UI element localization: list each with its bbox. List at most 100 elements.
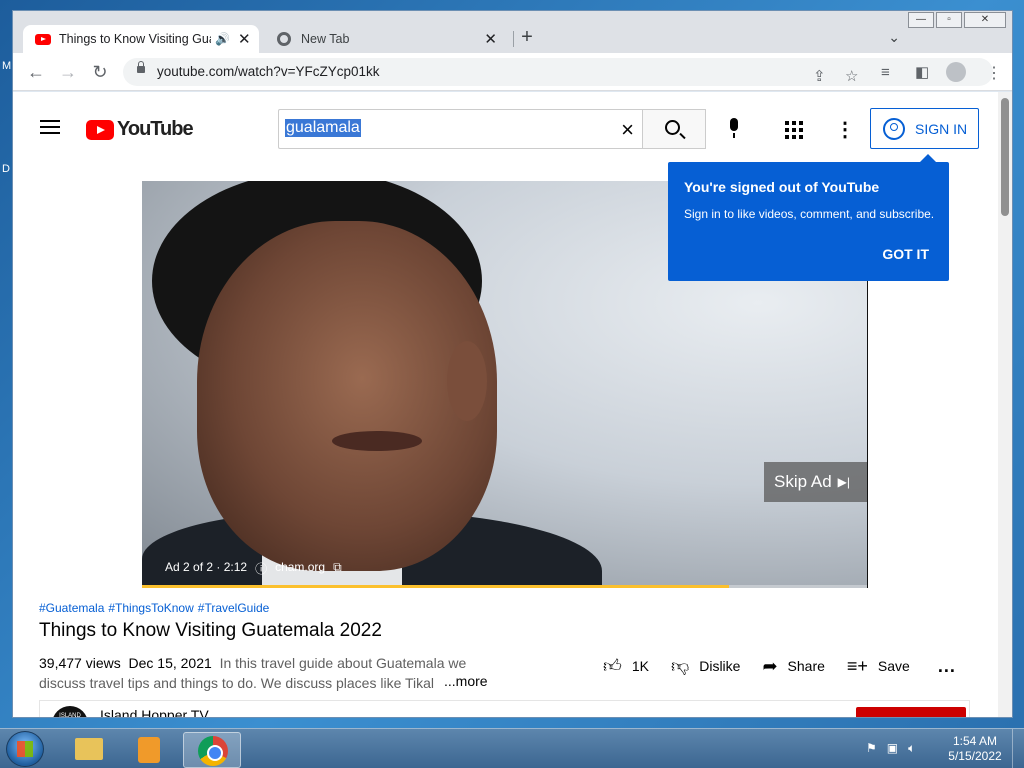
bookmark-star-icon[interactable]: ☆	[845, 68, 858, 86]
video-description[interactable]: 39,477 views Dec 15, 2021 In this travel…	[39, 653, 499, 693]
search-button[interactable]	[642, 109, 706, 149]
channel-bar: ISLAND HOPPER Island Hopper TV SUBSCRIBE	[39, 700, 970, 717]
network-icon[interactable]: ▣	[887, 741, 898, 756]
youtube-logo-text: YouTube	[117, 118, 194, 140]
taskbar-media-player[interactable]	[120, 732, 178, 768]
hashtag-link[interactable]: #Guatemala	[39, 601, 104, 615]
search-icon	[665, 120, 680, 135]
channel-name[interactable]: Island Hopper TV	[100, 707, 209, 717]
share-page-icon[interactable]: ⇪	[813, 68, 826, 86]
start-button[interactable]	[6, 731, 44, 767]
clock[interactable]: 1:54 AM 5/15/2022	[940, 734, 1010, 764]
search-input[interactable]: gualamala ×	[278, 109, 642, 149]
signed-out-popup: You're signed out of YouTube Sign in to …	[668, 154, 949, 281]
media-controls-icon[interactable]: ≡	[881, 64, 890, 82]
youtube-page: YouTube gualamala × ⋮ SIGN IN Skip Ad ▶|…	[13, 92, 998, 717]
show-desktop-button[interactable]	[1012, 729, 1024, 768]
user-icon	[883, 117, 905, 140]
like-button[interactable]: 👍︎ 1K	[603, 655, 649, 677]
apps-grid-icon[interactable]	[785, 121, 803, 139]
thumbs-up-icon: 👍︎	[603, 656, 622, 676]
taskbar-chrome[interactable]	[183, 732, 241, 768]
tab-search-chevron-icon[interactable]: ⌄	[888, 29, 900, 46]
taskbar: ⚑ ▣ 🔈︎ 1:54 AM 5/15/2022	[0, 728, 1024, 768]
browser-toolbar: ← → ↻ youtube.com/watch?v=YFcZYcp01kk ⇪ …	[13, 53, 1012, 91]
search-query-text[interactable]: gualamala	[285, 119, 361, 137]
tab-title: New Tab	[301, 32, 350, 46]
side-panel-icon[interactable]: ◧	[915, 64, 929, 82]
page-scrollbar[interactable]	[998, 92, 1012, 717]
like-count: 1K	[631, 658, 649, 674]
forward-arrow-icon[interactable]: →	[57, 61, 79, 83]
dislike-button[interactable]: 👎︎ Dislike	[671, 655, 741, 677]
action-center-flag-icon[interactable]: ⚑	[866, 741, 877, 756]
youtube-logo[interactable]: YouTube	[86, 118, 194, 141]
skip-ad-button[interactable]: Skip Ad ▶|	[764, 462, 867, 502]
upload-date: Dec 15, 2021	[128, 655, 212, 671]
hamburger-menu-icon[interactable]	[40, 120, 60, 134]
thumbs-down-icon: 👎︎	[670, 656, 690, 676]
speaker-icon[interactable]: 🔊	[215, 32, 230, 46]
ad-progress-fill	[142, 585, 730, 588]
save-button[interactable]: ≡+ Save	[847, 656, 910, 677]
more-actions-icon[interactable]: ...	[938, 656, 956, 677]
hashtag-link[interactable]: #TravelGuide	[198, 601, 270, 615]
taskbar-explorer[interactable]	[60, 732, 118, 768]
video-actions: 👍︎ 1K 👎︎ Dislike ➦ Share ≡+ Save ...	[603, 655, 956, 677]
reload-icon[interactable]: ↻	[89, 61, 111, 83]
hashtag-link[interactable]: #ThingsToKnow	[108, 601, 193, 615]
youtube-logo-icon	[86, 119, 114, 140]
tab-strip: — ▫ ✕ Things to Know Visiting Guatemala …	[13, 11, 1012, 53]
minimize-button[interactable]: —	[908, 12, 934, 28]
skip-ad-label: Skip Ad	[774, 472, 832, 491]
got-it-button[interactable]: GOT IT	[882, 246, 929, 262]
share-arrow-icon: ➦	[762, 655, 778, 676]
ad-info: Ad 2 of 2 · 2:12 ⓘ cham.org ⧉	[165, 560, 342, 577]
view-count: 39,477 views	[39, 655, 121, 671]
chrome-icon	[198, 736, 228, 766]
advertiser-link[interactable]: cham.org	[275, 560, 325, 577]
new-tab-button[interactable]: +	[515, 26, 539, 50]
tab-youtube[interactable]: Things to Know Visiting Guatemala 2022 🔊…	[23, 25, 259, 53]
microphone-icon[interactable]	[727, 118, 741, 140]
close-tab-icon[interactable]: ✕	[484, 30, 497, 48]
external-link-icon[interactable]: ⧉	[333, 560, 342, 577]
scrollbar-thumb[interactable]	[1001, 98, 1009, 216]
playlist-add-icon: ≡+	[846, 655, 868, 676]
lock-icon[interactable]	[137, 61, 145, 73]
maximize-button[interactable]: ▫	[936, 12, 962, 28]
media-player-icon	[138, 737, 160, 763]
settings-menu-icon[interactable]: ⋮	[835, 117, 855, 142]
subscribe-button[interactable]: SUBSCRIBE	[856, 707, 966, 717]
profile-avatar-icon[interactable]	[946, 62, 966, 82]
close-tab-icon[interactable]: ✕	[238, 30, 251, 48]
youtube-header: YouTube gualamala × ⋮ SIGN IN	[13, 92, 998, 159]
ad-label: Ad 2 of 2 · 2:12	[165, 560, 248, 574]
close-window-button[interactable]: ✕	[964, 12, 1006, 28]
sign-in-label: SIGN IN	[915, 120, 968, 137]
tab-divider	[513, 31, 514, 47]
volume-icon[interactable]: 🔈︎	[908, 741, 915, 756]
folder-icon	[75, 738, 103, 760]
info-icon[interactable]: ⓘ	[255, 560, 267, 577]
video-frame-mouth	[332, 431, 422, 451]
browser-menu-icon[interactable]: ⋮	[986, 63, 1002, 83]
save-label: Save	[877, 658, 910, 674]
show-more-link[interactable]: ...more	[442, 673, 488, 689]
clear-search-icon[interactable]: ×	[621, 117, 634, 143]
ad-progress-bar[interactable]	[142, 585, 867, 588]
popup-body: Sign in to like videos, comment, and sub…	[684, 207, 935, 221]
url-text[interactable]: youtube.com/watch?v=YFcZYcp01kk	[157, 64, 379, 79]
back-arrow-icon[interactable]: ←	[25, 61, 47, 83]
share-button[interactable]: ➦ Share	[762, 656, 824, 677]
tab-title: Things to Know Visiting Guatemala 2022	[59, 32, 211, 46]
tab-new-tab[interactable]: New Tab ✕	[265, 25, 497, 53]
clock-date: 5/15/2022	[948, 749, 1002, 763]
share-label: Share	[787, 658, 825, 674]
skip-next-icon: ▶|	[837, 475, 851, 489]
channel-avatar[interactable]: ISLAND HOPPER	[52, 706, 88, 717]
address-bar[interactable]: youtube.com/watch?v=YFcZYcp01kk ⇪ ☆	[123, 58, 993, 86]
dislike-label: Dislike	[699, 658, 741, 674]
sign-in-button[interactable]: SIGN IN	[870, 108, 979, 149]
window-controls: — ▫ ✕	[906, 12, 1006, 28]
